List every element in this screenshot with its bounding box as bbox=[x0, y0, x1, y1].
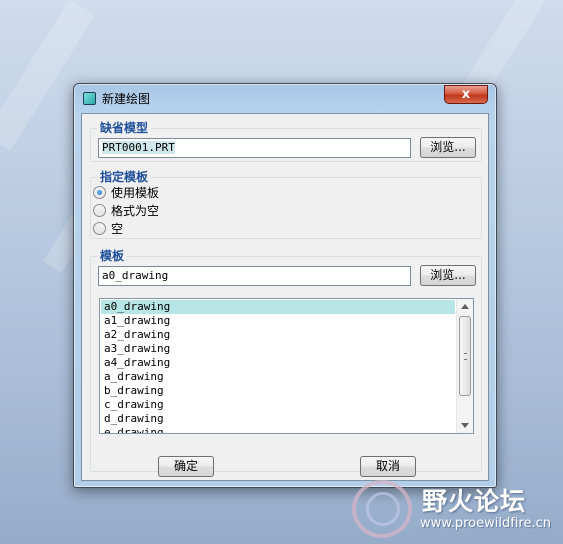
template-list-scrollbar[interactable] bbox=[456, 299, 473, 433]
radio-button-checked[interactable] bbox=[93, 185, 106, 199]
list-item[interactable]: a_drawing bbox=[101, 370, 455, 384]
radio-button[interactable] bbox=[93, 221, 106, 235]
radio-use-template-label: 使用模板 bbox=[111, 185, 160, 200]
radio-empty[interactable]: 空 bbox=[93, 220, 123, 236]
title-bar[interactable]: 新建绘图 x bbox=[74, 84, 496, 112]
ok-button[interactable]: 确定 bbox=[158, 456, 214, 477]
watermark-name: 野火论坛 bbox=[422, 487, 527, 516]
default-model-group-title: 缺省模型 bbox=[97, 120, 152, 136]
default-model-value: PRT0001.PRT bbox=[102, 141, 175, 154]
default-model-field[interactable]: PRT0001.PRT bbox=[98, 138, 411, 158]
watermark-logo-inner-icon bbox=[366, 492, 400, 526]
watermark-url: www.proewildfire.cn bbox=[420, 516, 551, 531]
cancel-button[interactable]: 取消 bbox=[360, 456, 416, 477]
template-list[interactable]: a0_drawing a1_drawing a2_drawing a3_draw… bbox=[99, 298, 474, 434]
template-group-title: 模板 bbox=[97, 248, 128, 264]
dialog-body: 缺省模型 PRT0001.PRT 浏览... 指定模板 使用模板 格式为空 空 … bbox=[81, 113, 489, 481]
template-value: a0_drawing bbox=[102, 269, 169, 282]
list-item[interactable]: c_drawing bbox=[101, 398, 455, 412]
list-item[interactable]: e_drawing bbox=[101, 426, 455, 433]
radio-button[interactable] bbox=[93, 203, 106, 217]
watermark: 野火论坛 www.proewildfire.cn bbox=[352, 478, 563, 544]
template-browse-button[interactable]: 浏览... bbox=[420, 265, 476, 286]
close-icon: x bbox=[461, 87, 471, 102]
list-item[interactable]: a3_drawing bbox=[101, 342, 455, 356]
template-field[interactable]: a0_drawing bbox=[98, 266, 411, 286]
list-item[interactable]: a4_drawing bbox=[101, 356, 455, 370]
list-item[interactable]: b_drawing bbox=[101, 384, 455, 398]
list-item[interactable]: a1_drawing bbox=[101, 314, 455, 328]
list-item[interactable]: d_drawing bbox=[101, 412, 455, 426]
new-drawing-dialog: 新建绘图 x 缺省模型 PRT0001.PRT 浏览... 指定模板 使用模板 … bbox=[73, 83, 497, 488]
scrollbar-grip-icon bbox=[464, 353, 466, 360]
list-item[interactable]: a0_drawing bbox=[101, 300, 455, 314]
scroll-up-arrow-icon[interactable] bbox=[461, 304, 469, 309]
scrollbar-thumb[interactable] bbox=[459, 316, 471, 396]
template-list-items: a0_drawing a1_drawing a2_drawing a3_draw… bbox=[101, 300, 455, 433]
radio-empty-label: 空 bbox=[111, 221, 124, 236]
list-item[interactable]: a2_drawing bbox=[101, 328, 455, 342]
radio-empty-format-label: 格式为空 bbox=[111, 203, 160, 218]
radio-use-template[interactable]: 使用模板 bbox=[93, 184, 159, 200]
scroll-down-arrow-icon[interactable] bbox=[461, 423, 469, 428]
dialog-title: 新建绘图 bbox=[102, 92, 151, 106]
close-button[interactable]: x bbox=[444, 85, 488, 104]
default-model-browse-button[interactable]: 浏览... bbox=[420, 137, 476, 158]
app-icon bbox=[83, 92, 96, 105]
radio-empty-format[interactable]: 格式为空 bbox=[93, 202, 159, 218]
